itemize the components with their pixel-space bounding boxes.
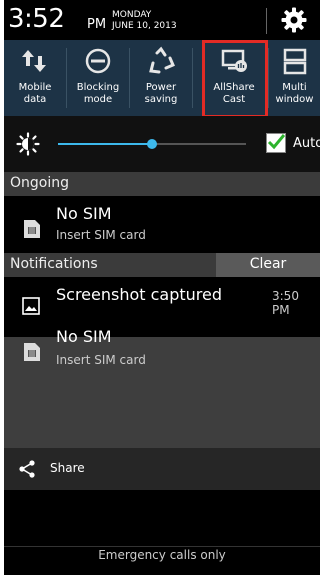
- multi-window-toggle[interactable]: Multi window: [269, 40, 320, 116]
- brightness-row: Auto: [4, 116, 320, 172]
- quick-settings-panel: Mobile data Blocking mode Power saving A…: [4, 40, 320, 118]
- multi-window-icon: [283, 48, 307, 75]
- notifications-header-label: Notifications: [10, 256, 98, 272]
- notification-shade: 3:52 PM MONDAY JUNE 10, 2013 Mobile data…: [4, 0, 320, 575]
- notification-no-sim[interactable]: No SIM Insert SIM card: [4, 327, 320, 382]
- notification-title: No SIM: [56, 327, 112, 346]
- divider: [192, 48, 193, 108]
- power-saving-icon: [149, 46, 175, 74]
- power-saving-label: Power saving: [144, 82, 178, 105]
- brightness-icon: [16, 132, 40, 156]
- notification-subtitle: Insert SIM card: [56, 228, 146, 242]
- ongoing-header-label: Ongoing: [10, 175, 69, 191]
- notification-subtitle: Insert SIM card: [56, 353, 146, 367]
- auto-brightness-checkbox[interactable]: [266, 133, 286, 153]
- sim-card-icon: [24, 220, 40, 238]
- share-icon: [19, 460, 35, 478]
- checkmark-icon: [267, 134, 286, 150]
- blocking-mode-icon: [85, 48, 111, 74]
- mobile-data-toggle[interactable]: Mobile data: [4, 40, 66, 116]
- notifications-header: Notifications Clear: [4, 253, 320, 277]
- divider: [4, 546, 320, 547]
- brightness-fill: [58, 143, 152, 145]
- date-text: JUNE 10, 2013: [112, 21, 177, 31]
- ongoing-header: Ongoing: [4, 172, 320, 196]
- power-saving-toggle[interactable]: Power saving: [130, 40, 192, 116]
- multi-window-label: Multi window: [275, 82, 314, 105]
- auto-brightness-label: Auto: [293, 136, 320, 151]
- blocking-mode-label: Blocking mode: [76, 82, 120, 105]
- brightness-slider[interactable]: [58, 139, 246, 149]
- mobile-data-label: Mobile data: [18, 82, 52, 105]
- gear-icon[interactable]: [280, 6, 308, 34]
- emergency-calls-text: Emergency calls only: [98, 548, 226, 562]
- clear-button-label: Clear: [249, 256, 287, 272]
- notification-title: No SIM: [56, 204, 112, 223]
- header-divider: [266, 8, 267, 34]
- clock-ampm: PM: [87, 17, 107, 32]
- mobile-data-icon: [22, 50, 46, 72]
- clock-time: 3:52: [8, 4, 65, 34]
- status-header: 3:52 PM MONDAY JUNE 10, 2013: [4, 0, 320, 40]
- notification-time: 3:50 PM: [272, 289, 299, 317]
- share-label: Share: [50, 461, 85, 475]
- blocking-mode-toggle[interactable]: Blocking mode: [67, 40, 129, 116]
- day-of-week: MONDAY: [112, 10, 152, 20]
- image-icon: [22, 297, 40, 315]
- brightness-handle[interactable]: [147, 139, 157, 149]
- notification-screenshot-captured[interactable]: Screenshot captured 3:50 PM: [4, 277, 320, 337]
- ongoing-notification-no-sim[interactable]: No SIM Insert SIM card: [4, 196, 320, 252]
- dimmed-area: [4, 382, 320, 448]
- highlight-box: [202, 40, 268, 118]
- sim-card-icon: [24, 343, 40, 361]
- share-action[interactable]: Share: [4, 448, 320, 490]
- clear-button[interactable]: Clear: [216, 253, 320, 277]
- notification-title: Screenshot captured: [56, 285, 223, 304]
